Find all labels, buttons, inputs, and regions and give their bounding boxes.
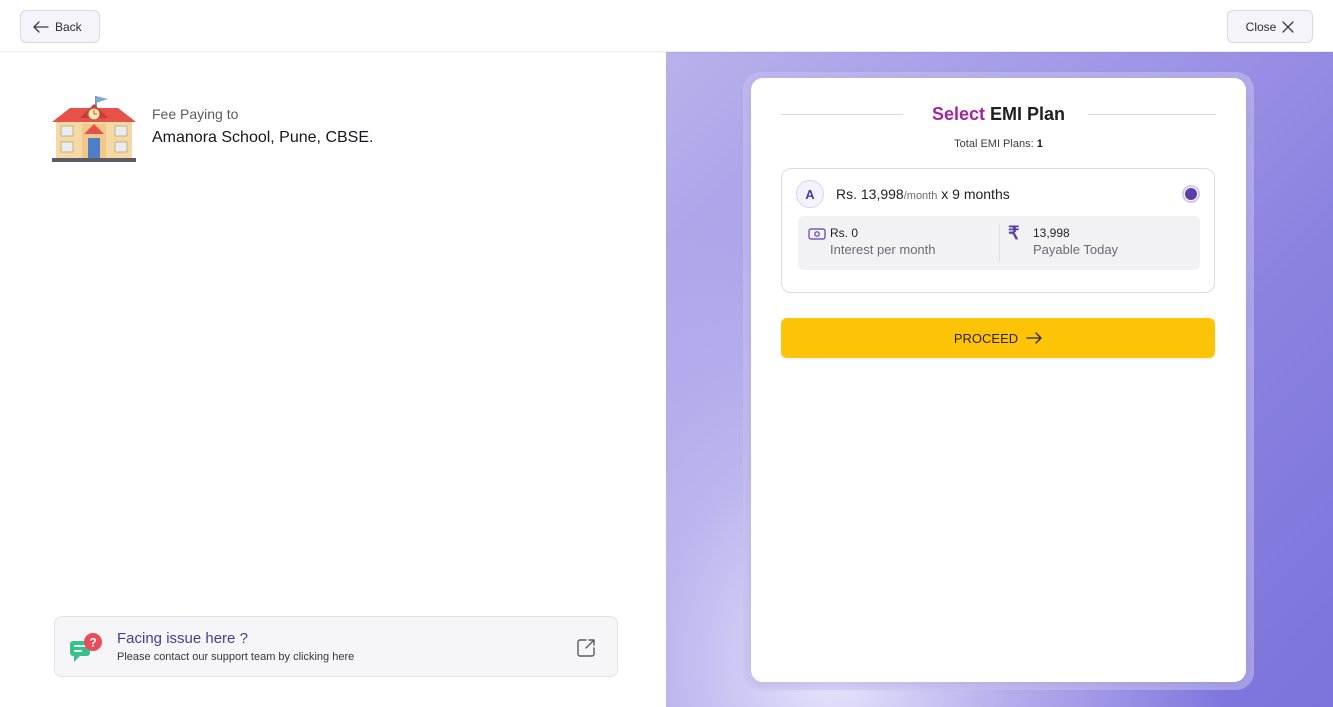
back-label: Back <box>55 19 82 34</box>
close-button[interactable]: Close <box>1227 10 1313 43</box>
emi-plan-panel: Select EMI Plan Total EMI Plans: 1 A Rs.… <box>751 78 1246 682</box>
title-rest: EMI Plan <box>985 104 1066 124</box>
left-pane: Fee Paying to Amanora School, Pune, CBSE… <box>0 52 666 707</box>
payable-label: Payable Today <box>1033 242 1119 257</box>
support-subtitle: Please contact our support team by click… <box>117 651 355 663</box>
school-building-icon <box>52 96 136 162</box>
close-icon <box>1282 20 1294 33</box>
support-banner[interactable]: ? Facing issue here ? Please contact our… <box>54 616 618 677</box>
details-divider <box>999 224 1000 262</box>
back-button[interactable]: Back <box>20 10 100 43</box>
top-bar: Back Close <box>0 0 1333 52</box>
radio-dot <box>1185 188 1197 200</box>
plan-letter-badge: A <box>796 180 824 208</box>
school-name: Amanora School, Pune, CBSE. <box>152 129 374 146</box>
interest-label: Interest per month <box>830 242 936 257</box>
fee-paying-label: Fee Paying to <box>152 106 239 122</box>
total-plans-count: Total EMI Plans: 1 <box>751 138 1246 150</box>
support-chat-icon: ? <box>70 633 102 662</box>
arrow-right-icon <box>1026 332 1042 344</box>
plan-monthly-amount: Rs. 13,998 <box>836 186 904 202</box>
emi-panel-title: Select EMI Plan <box>751 104 1246 125</box>
plan-duration: x 9 months <box>937 186 1010 202</box>
svg-text:?: ? <box>89 636 96 650</box>
payable-value: 13,998 <box>1033 226 1070 240</box>
support-title: Facing issue here ? <box>117 630 248 647</box>
interest-value: Rs. 0 <box>830 226 859 240</box>
title-highlight: Select <box>931 104 986 124</box>
rupee-icon: ₹ <box>1008 223 1020 243</box>
close-label: Close <box>1245 19 1277 34</box>
plan-radio-selected[interactable] <box>1182 185 1200 203</box>
plans-count-label: Total EMI Plans: <box>954 138 1037 150</box>
plans-count-value: 1 <box>1036 138 1043 150</box>
plan-amount: Rs. 13,998/month x 9 months <box>836 186 1010 202</box>
proceed-label: PROCEED <box>953 330 1019 346</box>
plan-details: Rs. 0 Interest per month ₹ 13,998 Payabl… <box>798 216 1200 270</box>
emi-plan-option-a[interactable]: A Rs. 13,998/month x 9 months Rs. 0 Inte… <box>781 168 1215 293</box>
external-link-icon[interactable] <box>575 637 597 659</box>
plan-per-month: /month <box>903 190 938 202</box>
proceed-button[interactable]: PROCEED <box>781 318 1215 358</box>
arrow-left-icon <box>33 20 49 33</box>
cash-icon <box>808 228 826 240</box>
